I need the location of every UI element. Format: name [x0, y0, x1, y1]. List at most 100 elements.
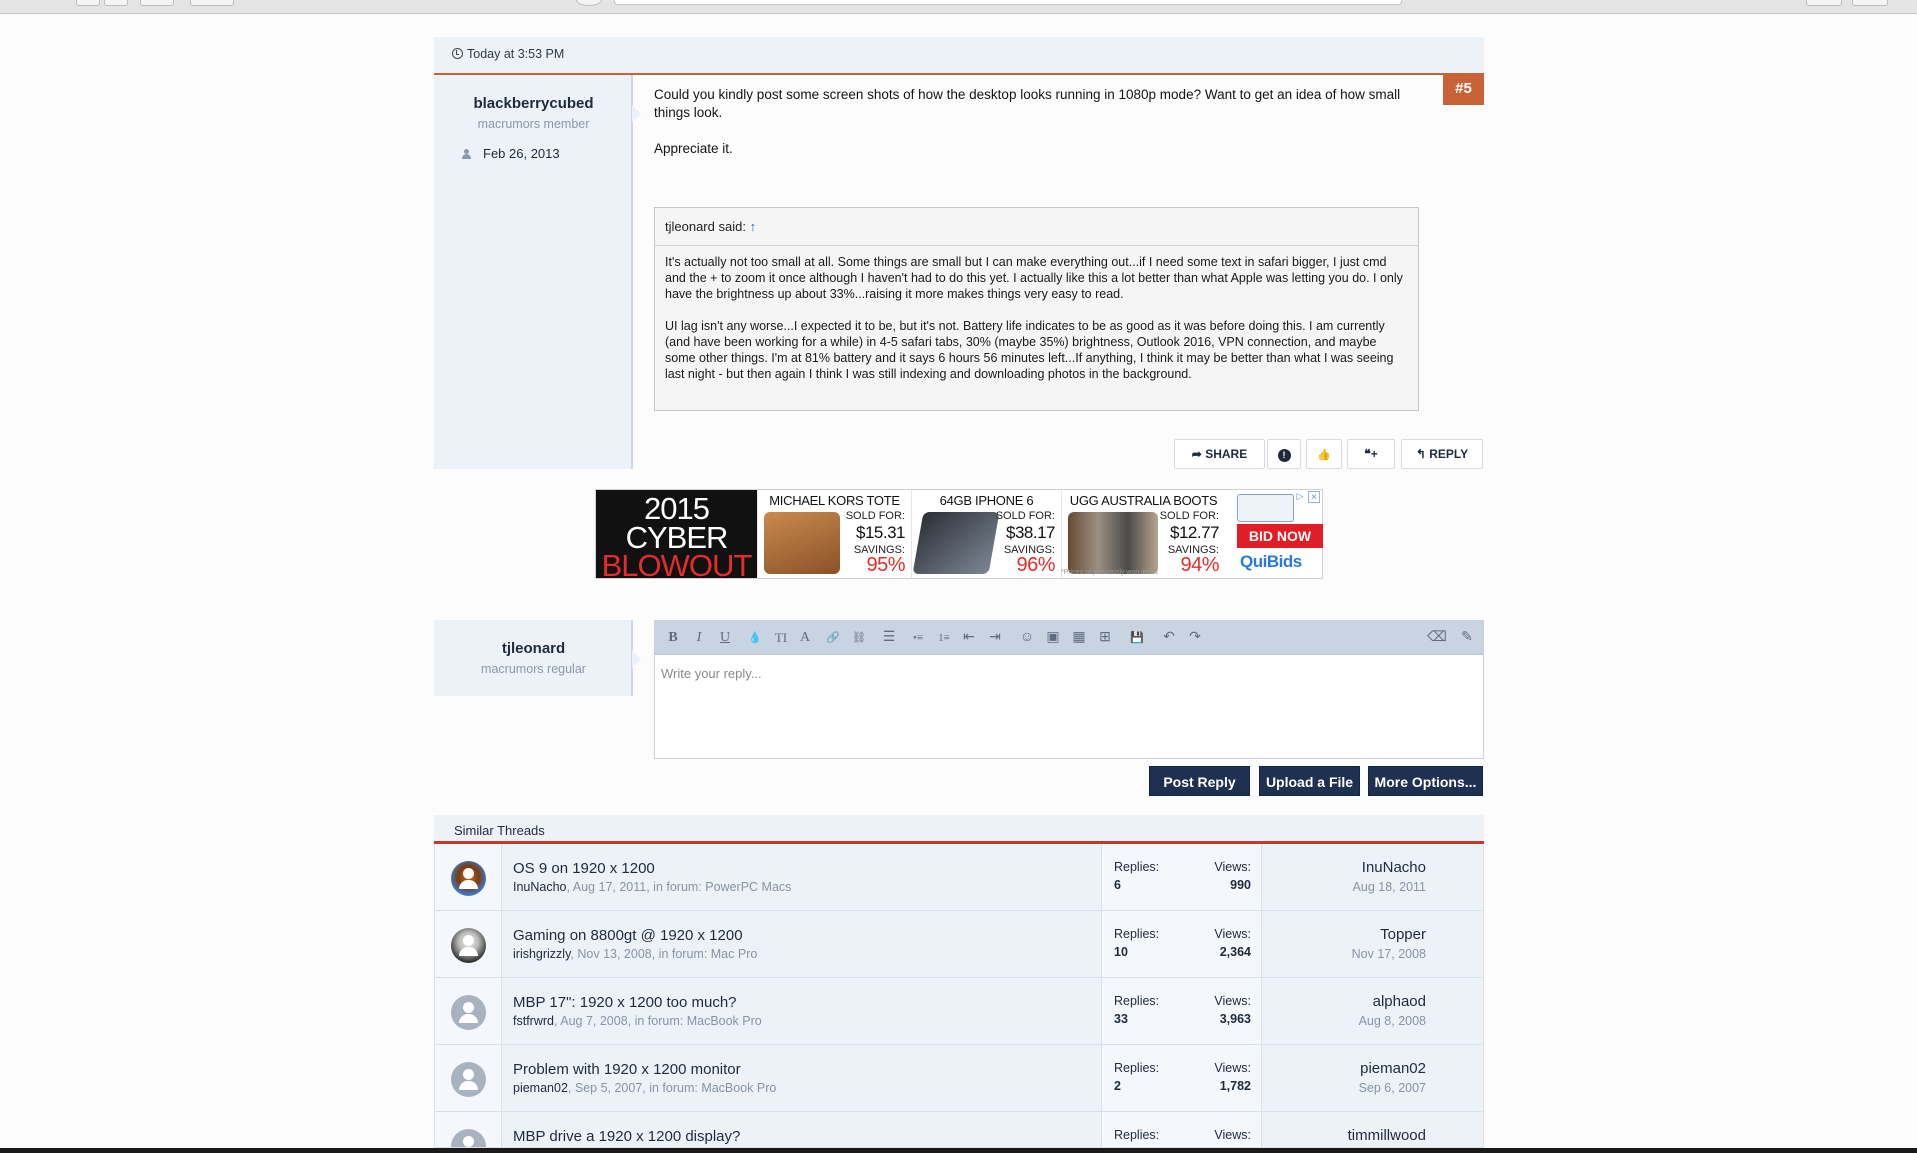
thread-row[interactable]: MBP 17": 1920 x 1200 too much? fstfrwrd,… — [434, 978, 1484, 1045]
adchoices-icon[interactable]: ▷ — [1294, 491, 1306, 503]
thread-title[interactable]: MBP drive a 1920 x 1200 display? — [513, 1128, 740, 1145]
ad-line-blowout: BLOWOUT — [601, 548, 753, 583]
save-draft-icon[interactable]: 💾 — [1129, 629, 1145, 647]
post-reply-button[interactable]: Post Reply — [1149, 766, 1250, 796]
share-button[interactable]: ➦ SHARE — [1174, 439, 1265, 469]
image-icon[interactable]: ▣ — [1045, 629, 1061, 647]
last-poster[interactable]: timmillwood — [1348, 1127, 1426, 1144]
italic-icon[interactable]: I — [691, 629, 707, 647]
font-size-icon[interactable]: TI — [771, 629, 791, 647]
ad-item[interactable]: UGG AUSTRALIA BOOTS SOLD FOR: $12.77 SAV… — [1061, 490, 1225, 578]
ad-item[interactable]: MICHAEL KORS TOTE SOLD FOR: $15.31 SAVIN… — [757, 490, 911, 578]
last-post-date[interactable]: Aug 8, 2008 — [1359, 1014, 1426, 1028]
upload-file-button[interactable]: Upload a File — [1259, 766, 1360, 796]
outdent-icon[interactable]: ⇤ — [961, 629, 977, 647]
views-count: 3,963 — [1219, 1012, 1251, 1026]
more-options-button[interactable]: More Options... — [1368, 766, 1483, 796]
bold-icon[interactable]: B — [665, 629, 681, 647]
align-icon[interactable]: ☰ — [881, 629, 897, 647]
message-paragraph: Appreciate it. — [654, 141, 733, 156]
boots-image — [1068, 512, 1158, 574]
thread-author[interactable]: pieman02 — [513, 1081, 568, 1095]
thread-title[interactable]: Gaming on 8800gt @ 1920 x 1200 — [513, 927, 743, 944]
author-name[interactable]: blackberrycubed — [434, 95, 633, 112]
avatar-image — [451, 928, 486, 963]
quote-plus-icon: ❝+ — [1364, 447, 1378, 461]
report-button[interactable]: ! — [1267, 439, 1301, 469]
last-poster[interactable]: Topper — [1380, 926, 1426, 943]
thread-row[interactable]: OS 9 on 1920 x 1200 InuNacho, Aug 17, 20… — [434, 844, 1484, 911]
share-browser-button[interactable] — [1806, 0, 1842, 6]
undo-icon[interactable]: ↶ — [1161, 629, 1177, 647]
media-icon[interactable]: ▦ — [1071, 629, 1087, 647]
post-author-panel: blackberrycubed macrumors member Feb 26,… — [434, 75, 641, 469]
thread-avatar[interactable] — [435, 1045, 502, 1111]
report-icon: ! — [1277, 449, 1291, 462]
thread-row[interactable]: Gaming on 8800gt @ 1920 x 1200 irishgriz… — [434, 911, 1484, 978]
last-post-date[interactable]: Nov 17, 2008 — [1352, 947, 1426, 961]
thread-meta: irishgrizzly, Nov 13, 2008, in forum: Ma… — [513, 947, 757, 961]
last-poster[interactable]: InuNacho — [1362, 859, 1426, 876]
last-poster[interactable]: alphaod — [1373, 993, 1426, 1010]
ad-savings: 96% — [1016, 554, 1055, 576]
ad-footnote: *Prices of previously won items — [1061, 569, 1158, 576]
thread-avatar[interactable] — [435, 911, 502, 977]
bid-now-button[interactable]: BID NOW — [1237, 524, 1323, 548]
back-button[interactable] — [76, 0, 100, 6]
like-button[interactable]: 👍 — [1306, 439, 1342, 469]
thread-title[interactable]: OS 9 on 1920 x 1200 — [513, 860, 655, 877]
views-count: 990 — [1230, 878, 1251, 892]
forward-button[interactable] — [104, 0, 128, 6]
reply-input[interactable]: Write your reply... — [661, 666, 762, 681]
replies-count: 6 — [1114, 878, 1121, 892]
thread-avatar[interactable] — [435, 1112, 502, 1147]
indent-icon[interactable]: ⇥ — [987, 629, 1003, 647]
insert-icon[interactable]: ⊞ — [1097, 629, 1113, 647]
ad-item[interactable]: 64GB IPHONE 6 SOLD FOR: $38.17 SAVINGS: … — [911, 490, 1061, 578]
multiquote-button[interactable]: ❝+ — [1347, 439, 1395, 469]
author-title: macrumors member — [477, 117, 590, 131]
reply-editor[interactable]: B I U 💧 TI A 🔗 ⛓ ☰ •≡ 1≡ ⇤ ⇥ ☺ ▣ ▦ ⊞ 💾 ↶… — [654, 620, 1484, 759]
text-color-icon[interactable]: 💧 — [747, 629, 763, 647]
last-post-date[interactable]: Sep 6, 2007 — [1359, 1081, 1426, 1095]
thread-avatar[interactable] — [435, 844, 502, 910]
sidebar-button[interactable] — [140, 0, 174, 6]
ad-item-title: UGG AUSTRALIA BOOTS — [1069, 493, 1218, 508]
reply-author-name[interactable]: tjleonard — [434, 640, 633, 657]
ad-close-icon[interactable]: × — [1308, 491, 1320, 503]
redo-icon[interactable]: ↷ — [1187, 629, 1203, 647]
remove-format-icon[interactable]: ⌫ — [1427, 629, 1447, 647]
thread-author[interactable]: irishgrizzly — [513, 947, 570, 961]
font-family-icon[interactable]: A — [797, 629, 813, 647]
ad-banner[interactable]: 2015 CYBER BLOWOUT MICHAEL KORS TOTE SOL… — [595, 489, 1323, 583]
last-post-date[interactable]: Aug 18, 2011 — [1353, 880, 1426, 894]
quote-author: tjleonard said: — [665, 219, 746, 234]
thread-avatar[interactable] — [435, 978, 502, 1044]
views-label: Views: — [1214, 1061, 1251, 1075]
thread-row[interactable]: Problem with 1920 x 1200 monitor pieman0… — [434, 1045, 1484, 1112]
views-label: Views: — [1214, 860, 1251, 874]
address-bar[interactable] — [614, 0, 1402, 5]
thread-title[interactable]: Problem with 1920 x 1200 monitor — [513, 1061, 741, 1078]
thread-author[interactable]: fstfrwrd — [513, 1014, 554, 1028]
unlink-icon[interactable]: ⛓ — [851, 629, 867, 647]
post-number[interactable]: #5 — [1443, 73, 1484, 105]
underline-icon[interactable]: U — [717, 629, 733, 647]
wrench-icon[interactable]: ✎ — [1459, 629, 1475, 647]
last-poster[interactable]: pieman02 — [1360, 1060, 1426, 1077]
tabs-button[interactable] — [190, 0, 234, 6]
smilie-icon[interactable]: ☺ — [1019, 629, 1035, 647]
thread-author[interactable]: InuNacho — [513, 880, 567, 894]
thread-title[interactable]: MBP 17": 1920 x 1200 too much? — [513, 994, 737, 1011]
views-count: 1,782 — [1219, 1079, 1251, 1093]
numbered-list-icon[interactable]: 1≡ — [935, 629, 953, 647]
thread-row[interactable]: MBP drive a 1920 x 1200 display? Replies… — [434, 1112, 1484, 1148]
reader-button[interactable] — [576, 0, 602, 6]
quote-jump-icon[interactable]: ↑ — [750, 219, 757, 234]
bullet-list-icon[interactable]: •≡ — [909, 629, 927, 647]
new-tab-button[interactable] — [1852, 0, 1888, 6]
ad-item-title: MICHAEL KORS TOTE — [769, 493, 900, 508]
reply-button[interactable]: ↰ REPLY — [1401, 439, 1483, 469]
link-icon[interactable]: 🔗 — [825, 629, 841, 647]
ad-price: $12.77 — [1170, 523, 1220, 542]
